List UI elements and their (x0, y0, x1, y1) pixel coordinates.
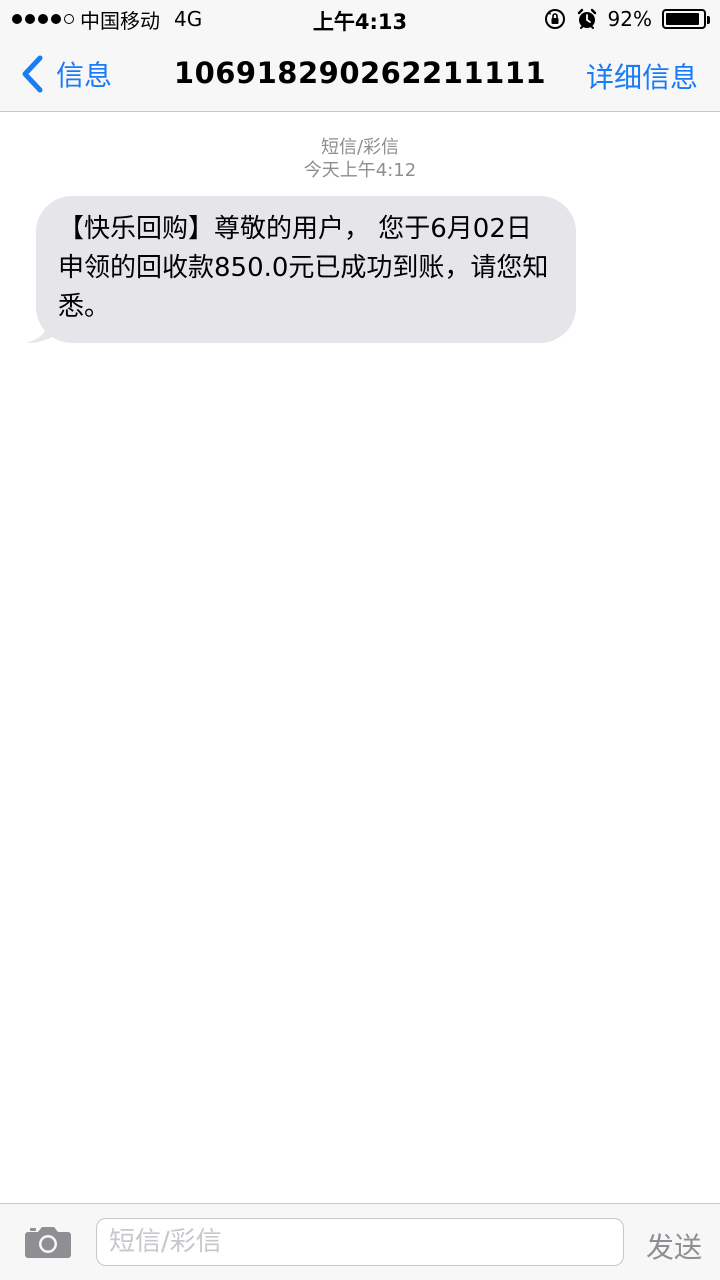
send-button[interactable]: 发送 (646, 1226, 702, 1266)
nav-bar: 信息 106918290262211111 详细信息 (0, 38, 720, 112)
battery-percent: 92% (607, 7, 652, 31)
composer-bar: 发送 (0, 1203, 720, 1280)
message-input[interactable] (96, 1218, 624, 1266)
orientation-lock-icon (544, 9, 565, 29)
thread-meta: 短信/彩信 今天上午4:12 (0, 136, 720, 182)
signal-strength-icon (12, 14, 74, 24)
status-right: 92% (544, 6, 710, 32)
back-button[interactable]: 信息 (20, 54, 112, 94)
network-type: 4G (174, 7, 203, 31)
back-label: 信息 (56, 59, 113, 92)
battery-icon (662, 9, 710, 29)
bubble-tail (26, 315, 54, 343)
chevron-left-icon (20, 54, 54, 94)
alarm-icon (577, 8, 596, 29)
incoming-message-bubble[interactable]: 【快乐回购】尊敬的用户， 您于6月02日 申领的回收款850.0元已成功到账，请… (36, 196, 576, 343)
message-bubble-wrapper: 【快乐回购】尊敬的用户， 您于6月02日 申领的回收款850.0元已成功到账，请… (26, 196, 576, 343)
details-button[interactable]: 详细信息 (586, 56, 698, 96)
status-left: 中国移动 4G (12, 6, 203, 33)
battery-fill (666, 13, 700, 25)
carrier-name: 中国移动 (80, 8, 160, 33)
message-type-label: 短信/彩信 (320, 137, 400, 158)
camera-icon[interactable] (24, 1224, 72, 1260)
message-timestamp: 今天上午4:12 (303, 160, 417, 181)
status-bar: 中国移动 4G 上午4:13 92% (0, 0, 720, 38)
